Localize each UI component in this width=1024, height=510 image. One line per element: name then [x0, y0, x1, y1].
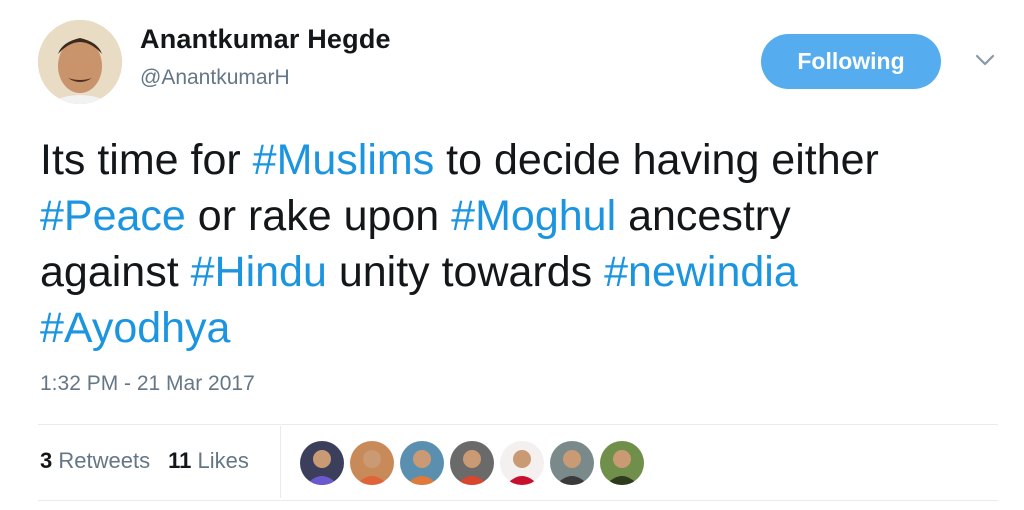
- hashtag-link[interactable]: #Peace: [40, 192, 186, 240]
- avatar-image: [400, 441, 444, 485]
- liker-avatar[interactable]: [300, 441, 344, 485]
- tweet-text: Its time for #Muslims to decide having e…: [40, 132, 1000, 356]
- user-handle[interactable]: @AnantkumarH: [140, 66, 290, 90]
- tweet-timestamp[interactable]: 1:32 PM - 21 Mar 2017: [40, 372, 255, 396]
- following-button[interactable]: Following: [761, 34, 941, 89]
- engagement-stats: 3 Retweets 11 Likes: [40, 448, 249, 474]
- liker-avatars: [300, 441, 644, 485]
- liker-avatar[interactable]: [450, 441, 494, 485]
- avatar-image: [38, 20, 122, 104]
- avatar-image: [300, 441, 344, 485]
- avatar-image: [350, 441, 394, 485]
- liker-avatar[interactable]: [550, 441, 594, 485]
- retweets-label: Retweets: [58, 448, 151, 473]
- tweet-text-line: #Ayodhya: [40, 300, 1000, 356]
- tweet-text-segment: against: [40, 248, 191, 296]
- retweets-count: 3: [40, 448, 53, 473]
- hashtag-link[interactable]: #Moghul: [451, 192, 616, 240]
- likes-count: 11: [168, 448, 192, 473]
- tweet-text-line: Its time for #Muslims to decide having e…: [40, 132, 1000, 188]
- stats-separator: [280, 426, 281, 498]
- hashtag-link[interactable]: #Muslims: [253, 136, 435, 184]
- retweets-stat[interactable]: 3 Retweets: [40, 448, 150, 473]
- likes-stat[interactable]: 11 Likes: [168, 448, 249, 473]
- liker-avatar[interactable]: [600, 441, 644, 485]
- avatar[interactable]: [38, 20, 122, 104]
- tweet-text-line: #Peace or rake upon #Moghul ancestry: [40, 188, 1000, 244]
- tweet-text-segment: to decide having either: [434, 136, 879, 184]
- liker-avatar[interactable]: [400, 441, 444, 485]
- liker-avatar[interactable]: [500, 441, 544, 485]
- avatar-image: [600, 441, 644, 485]
- hashtag-link[interactable]: #Hindu: [191, 248, 327, 296]
- divider: [38, 424, 998, 425]
- tweet-text-segment: Its time for: [40, 136, 253, 184]
- chevron-down-icon[interactable]: [974, 52, 996, 68]
- tweet-card: Anantkumar Hegde @AnantkumarH Following …: [0, 0, 1024, 510]
- hashtag-link[interactable]: #newindia: [604, 248, 798, 296]
- tweet-text-line: against #Hindu unity towards #newindia: [40, 244, 1000, 300]
- avatar-image: [550, 441, 594, 485]
- hashtag-link[interactable]: #Ayodhya: [40, 304, 230, 352]
- divider: [38, 500, 998, 501]
- display-name[interactable]: Anantkumar Hegde: [140, 24, 391, 55]
- liker-avatar[interactable]: [350, 441, 394, 485]
- tweet-text-segment: ancestry: [616, 192, 791, 240]
- tweet-text-segment: or rake upon: [185, 192, 452, 240]
- avatar-image: [450, 441, 494, 485]
- avatar-image: [500, 441, 544, 485]
- likes-label: Likes: [197, 448, 249, 473]
- tweet-text-segment: unity towards: [326, 248, 605, 296]
